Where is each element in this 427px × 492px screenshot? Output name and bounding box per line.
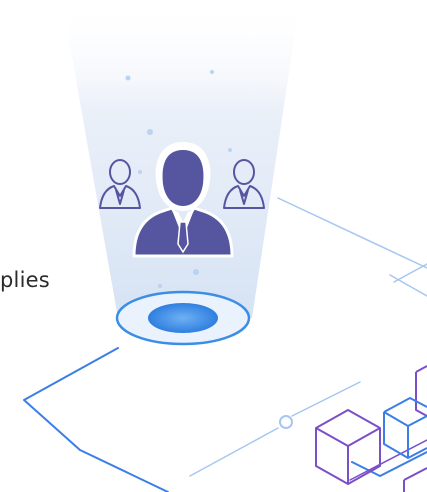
partial-text: plies xyxy=(0,268,50,292)
ellipse-portal-icon xyxy=(115,290,251,346)
illustration xyxy=(23,0,427,492)
cube-network-icon xyxy=(315,365,427,492)
